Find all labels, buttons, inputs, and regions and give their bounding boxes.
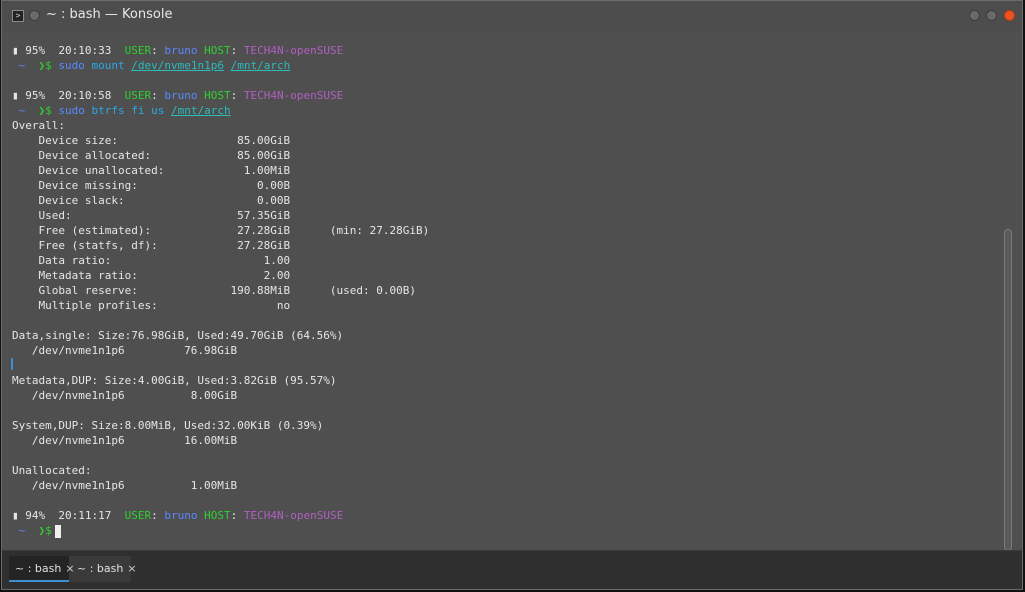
output-line: Global reserve: 190.88MiB (used: 0.00B) [12, 284, 416, 297]
tab-bash-1[interactable]: ~ : bash × [9, 556, 75, 582]
title-bar[interactable]: > ~ : bash — Konsole [2, 1, 1022, 31]
battery-icon: ▮ [12, 44, 26, 57]
output-line: /dev/nvme1n1p6 16.00MiB [12, 434, 238, 447]
minimize-button[interactable] [969, 10, 980, 21]
battery-icon: ▮ [12, 509, 26, 522]
output-line: Device missing: 0.00B [12, 179, 291, 192]
terminal-view[interactable]: ▮ 95% 20:10:33 USER: bruno HOST: TECH4N-… [2, 31, 1004, 551]
tab-bash-2[interactable]: ~ : bash × [71, 556, 137, 582]
prompt-info-line: ▮ 95% 20:10:58 USER: bruno HOST: TECH4N-… [12, 89, 344, 102]
terminal-app-icon[interactable]: > [12, 10, 24, 22]
prompt-info-line: ▮ 94% 20:11:17 USER: bruno HOST: TECH4N-… [12, 509, 344, 522]
command-line: ~ ❯$ sudo mount /dev/nvme1n1p6 /mnt/arch [18, 59, 291, 72]
output-line: /dev/nvme1n1p6 8.00GiB [12, 389, 238, 402]
output-line: Device allocated: 85.00GiB [12, 149, 291, 162]
output-line: Free (estimated): 27.28GiB (min: 27.28Gi… [12, 224, 430, 237]
scrollbar[interactable] [1004, 31, 1012, 551]
output-line: Data,single: Size:76.98GiB, Used:49.70Gi… [12, 329, 344, 342]
maximize-button[interactable] [986, 10, 997, 21]
command-line: ~ ❯$ sudo btrfs fi us /mnt/arch [18, 104, 231, 117]
close-tab-icon[interactable]: × [127, 562, 136, 575]
output-line: Device unallocated: 1.00MiB [12, 164, 291, 177]
output-line: /dev/nvme1n1p6 76.98GiB [12, 344, 238, 357]
output-line: Metadata ratio: 2.00 [12, 269, 291, 282]
text-cursor [54, 524, 61, 538]
output-line: Multiple profiles: no [12, 299, 291, 312]
output-line: System,DUP: Size:8.00MiB, Used:32.00KiB … [12, 419, 324, 432]
scroll-marker [11, 358, 13, 370]
output-line: Used: 57.35GiB [12, 209, 291, 222]
prompt-info-line: ▮ 95% 20:10:33 USER: bruno HOST: TECH4N-… [12, 44, 344, 57]
pin-icon[interactable] [29, 10, 40, 21]
output-line: Overall: [12, 119, 65, 132]
close-window-button[interactable] [1004, 10, 1015, 21]
output-line: Free (statfs, df): 27.28GiB [12, 239, 291, 252]
konsole-window: > ~ : bash — Konsole ▮ 95% 20:10:33 USER… [1, 0, 1023, 590]
output-line: Unallocated: [12, 464, 92, 477]
tab-strip: ~ : bash × ~ : bash × [9, 556, 137, 582]
tab-bar: ~ : bash × ~ : bash × [2, 550, 1022, 589]
output-line: Metadata,DUP: Size:4.00GiB, Used:3.82GiB… [12, 374, 337, 387]
output-line: Device size: 85.00GiB [12, 134, 291, 147]
output-line: Device slack: 0.00B [12, 194, 291, 207]
output-line: /dev/nvme1n1p6 1.00MiB [12, 479, 238, 492]
command-line[interactable]: ~ ❯$ [12, 523, 61, 538]
window-title: ~ : bash — Konsole [46, 7, 173, 22]
output-line: Data ratio: 1.00 [12, 254, 291, 267]
battery-icon: ▮ [12, 89, 26, 102]
scrollbar-thumb[interactable] [1004, 229, 1012, 551]
